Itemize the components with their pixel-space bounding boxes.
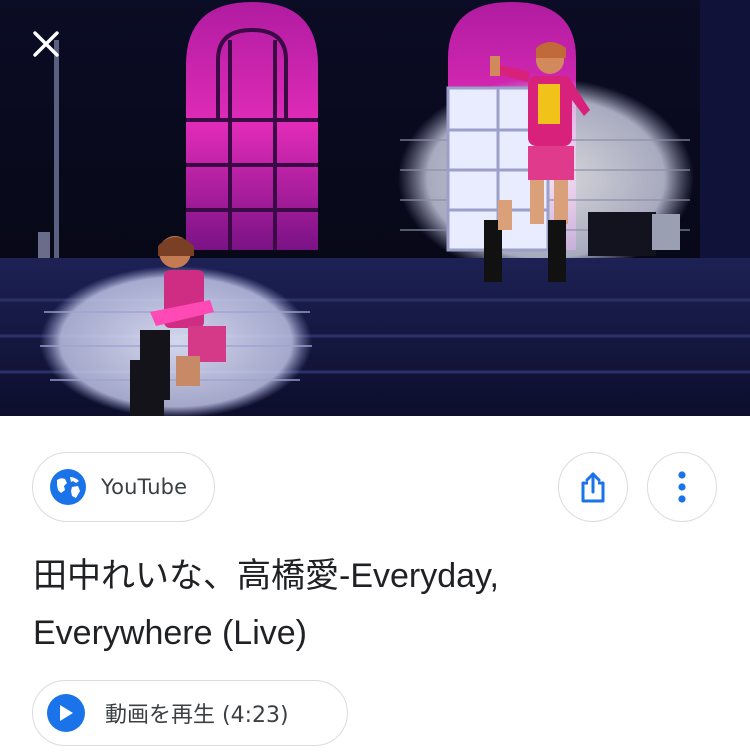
source-chip[interactable]: YouTube: [32, 452, 215, 522]
share-button[interactable]: [558, 452, 628, 522]
play-duration: (4:23): [222, 703, 289, 728]
play-video-button[interactable]: 動画を再生 (4:23): [32, 680, 348, 746]
share-icon: [581, 472, 605, 503]
play-label: 動画を再生 (4:23): [105, 697, 289, 729]
globe-icon: [49, 468, 87, 506]
result-title[interactable]: 田中れいな、高橋愛-Everyday, Everywhere (Live): [33, 548, 723, 662]
close-button[interactable]: [24, 22, 68, 66]
more-options-button[interactable]: [647, 452, 717, 522]
image-viewer: YouTube 田中れいな、高橋愛-Everyday, Everywhere (…: [0, 0, 750, 752]
more-vert-icon: [678, 471, 686, 503]
stage-scene-image: [0, 0, 750, 416]
video-thumbnail[interactable]: [0, 0, 750, 416]
title-line-2: Everywhere (Live): [33, 614, 307, 652]
title-line-1: 田中れいな、高橋愛-Everyday,: [33, 557, 499, 595]
play-icon: [47, 694, 85, 732]
source-label: YouTube: [101, 475, 188, 499]
play-text: 動画を再生: [105, 703, 216, 728]
close-icon: [33, 31, 59, 57]
